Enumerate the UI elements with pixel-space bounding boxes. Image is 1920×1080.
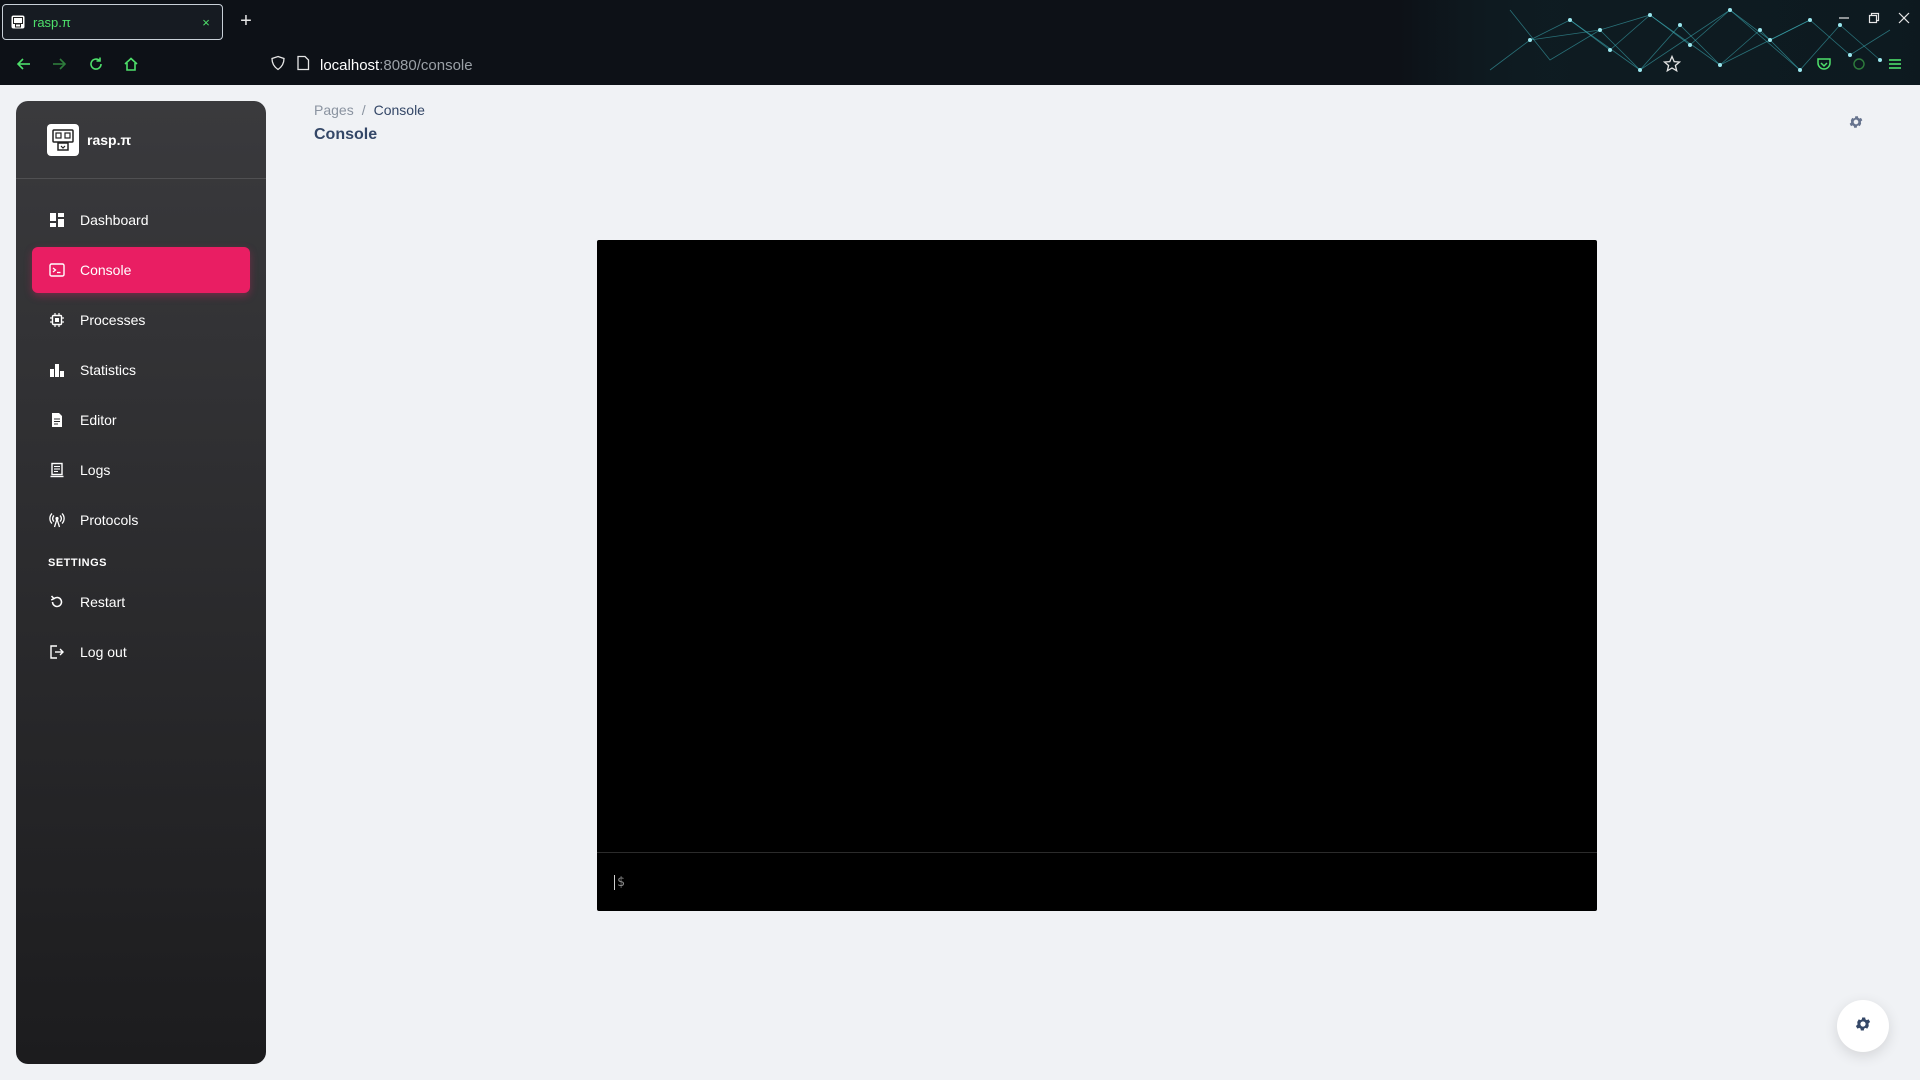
sidebar-item-restart[interactable]: Restart (32, 579, 250, 625)
console-output (597, 240, 1597, 852)
sidebar-item-processes[interactable]: Processes (32, 297, 250, 343)
logout-icon (48, 643, 66, 661)
close-window-icon[interactable] (1896, 10, 1912, 26)
tab-favicon-icon (11, 15, 25, 29)
restore-icon[interactable] (1866, 10, 1882, 26)
breadcrumb: Pages / Console (314, 102, 425, 118)
page-info-icon[interactable] (296, 55, 310, 76)
terminal-icon (48, 261, 66, 279)
tab-title: rasp.π (33, 14, 71, 30)
extensions-icon[interactable] (1848, 53, 1870, 75)
tab-bar: rasp.π × + (0, 0, 1920, 44)
console-input[interactable] (614, 874, 1574, 890)
browser-navbar: localhost:8080/console (0, 44, 1920, 85)
brand[interactable]: rasp.π (16, 101, 266, 179)
sidebar-item-editor[interactable]: Editor (32, 397, 250, 443)
logs-icon (48, 461, 66, 479)
dashboard-icon (48, 211, 66, 229)
sidebar-item-label: Protocols (80, 512, 139, 528)
bar-chart-icon (48, 361, 66, 379)
shield-icon[interactable] (270, 55, 286, 76)
sidebar-item-label: Console (80, 262, 132, 278)
pocket-icon[interactable] (1813, 53, 1835, 75)
url-host: localhost (320, 56, 380, 74)
menu-icon[interactable] (1884, 53, 1906, 75)
breadcrumb-pages[interactable]: Pages (314, 102, 354, 118)
broadcast-icon (48, 511, 66, 529)
page-title: Console (314, 126, 378, 143)
breadcrumb-current: Console (373, 102, 425, 118)
tab-close-icon[interactable]: × (198, 15, 214, 30)
sidebar: rasp.π Dashboard Console Processes Stati… (16, 101, 266, 1064)
tab-rasp[interactable]: rasp.π × (2, 4, 223, 40)
sidebar-item-console[interactable]: Console (32, 247, 250, 293)
gear-icon (1854, 1015, 1872, 1038)
sidebar-item-label: Log out (80, 644, 127, 660)
back-icon[interactable] (13, 53, 35, 75)
sidebar-item-protocols[interactable]: Protocols (32, 497, 250, 543)
settings-heading: SETTINGS (48, 557, 108, 569)
minimize-icon[interactable] (1836, 10, 1852, 26)
sidebar-item-label: Editor (80, 412, 117, 428)
sidebar-item-logs[interactable]: Logs (32, 447, 250, 493)
console-panel (597, 240, 1597, 911)
sidebar-item-logout[interactable]: Log out (32, 629, 250, 675)
sidebar-item-label: Statistics (80, 362, 137, 378)
document-icon (48, 411, 66, 429)
sidebar-item-label: Dashboard (80, 212, 149, 228)
brand-name: rasp.π (87, 131, 132, 148)
console-input-row (597, 852, 1597, 911)
sidebar-item-label: Restart (80, 594, 126, 610)
chip-icon (48, 311, 66, 329)
restart-icon (48, 593, 66, 611)
brand-logo-icon (47, 123, 79, 156)
sidebar-item-label: Logs (80, 462, 111, 478)
new-tab-button[interactable]: + (236, 10, 256, 34)
reload-icon[interactable] (85, 53, 107, 75)
url-path: :8080/console (379, 56, 473, 74)
forward-icon[interactable] (48, 53, 70, 75)
sidebar-nav: Dashboard Console Processes Statistics E… (32, 197, 250, 679)
bookmark-star-icon[interactable] (1661, 53, 1683, 75)
browser-chrome: rasp.π × + localhost:8080/console (0, 0, 1920, 85)
window-controls (1836, 10, 1912, 26)
sidebar-item-label: Processes (80, 312, 146, 328)
sidebar-item-dashboard[interactable]: Dashboard (32, 197, 250, 243)
home-icon[interactable] (120, 53, 142, 75)
breadcrumb-separator: / (361, 102, 366, 118)
configurator-button[interactable] (1837, 1000, 1889, 1052)
sidebar-item-statistics[interactable]: Statistics (32, 347, 250, 393)
url-bar[interactable]: localhost:8080/console (270, 50, 473, 80)
settings-gear-icon[interactable] (1848, 114, 1864, 130)
url-text: localhost:8080/console (320, 57, 473, 74)
